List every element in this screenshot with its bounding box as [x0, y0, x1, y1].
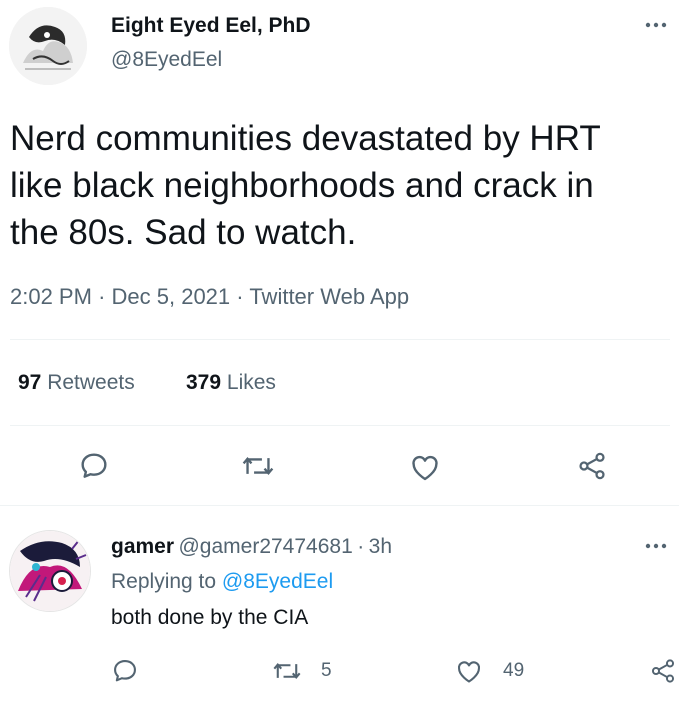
reply-avatar-drawing	[10, 531, 90, 611]
likes-label: Likes	[226, 371, 276, 394]
reply-share-icon[interactable]	[649, 657, 677, 685]
reply-more-icon[interactable]	[645, 542, 667, 550]
tweet-date[interactable]: Dec 5, 2021	[112, 284, 231, 309]
author-avatar-drawing	[9, 7, 87, 85]
meta-separator: ·	[357, 535, 365, 558]
reply-text: both done by the CIA	[111, 606, 309, 629]
divider	[0, 505, 679, 506]
likes-count: 379	[186, 371, 222, 394]
tweet-text-line: the 80s. Sad to watch.	[10, 213, 357, 252]
retweets-count: 97	[18, 371, 42, 394]
more-icon[interactable]	[645, 21, 667, 29]
author-handle[interactable]: @8EyedEel	[111, 48, 222, 72]
replying-to-prefix: Replying to	[111, 570, 217, 593]
replying-to: Replying to @8EyedEel	[111, 570, 333, 594]
meta-separator: ·	[98, 284, 106, 309]
reply-author-name[interactable]: gamer	[111, 535, 174, 558]
like-icon[interactable]	[409, 452, 441, 482]
reply-author-handle[interactable]: @gamer27474681	[178, 535, 352, 558]
tweet-text-line: like black neighborhoods and crack in	[10, 166, 594, 205]
tweet-text: Nerd communities devastated by HRT like …	[10, 115, 675, 256]
reply-retweet-count: 5	[321, 660, 332, 681]
tweet-time[interactable]: 2:02 PM	[10, 284, 92, 309]
reply-like-count: 49	[503, 660, 525, 681]
retweets-stat[interactable]: 97 Retweets	[18, 371, 135, 395]
retweet-icon[interactable]	[241, 451, 275, 481]
author-name[interactable]: Eight Eyed Eel, PhD	[111, 14, 311, 38]
author-avatar[interactable]	[9, 7, 87, 85]
reply-like-icon[interactable]	[455, 658, 483, 684]
reply-age[interactable]: 3h	[369, 535, 392, 558]
tweet-source[interactable]: Twitter Web App	[249, 284, 409, 309]
divider	[10, 425, 670, 426]
reply-retweet-icon[interactable]	[272, 658, 302, 684]
divider	[10, 339, 670, 340]
reply-reply-icon[interactable]	[111, 657, 139, 685]
reply-header: gamer @gamer27474681 · 3h	[111, 535, 392, 559]
meta-separator: ·	[236, 284, 244, 309]
likes-stat[interactable]: 379 Likes	[186, 371, 276, 395]
tweet-text-line: Nerd communities devastated by HRT	[10, 119, 601, 158]
replying-to-handle[interactable]: @8EyedEel	[222, 570, 333, 593]
retweets-label: Retweets	[47, 371, 135, 394]
tweet-meta: 2:02 PM · Dec 5, 2021 · Twitter Web App	[10, 284, 409, 310]
reply-icon[interactable]	[78, 450, 110, 482]
share-icon[interactable]	[576, 450, 608, 482]
reply-avatar[interactable]	[9, 530, 91, 612]
